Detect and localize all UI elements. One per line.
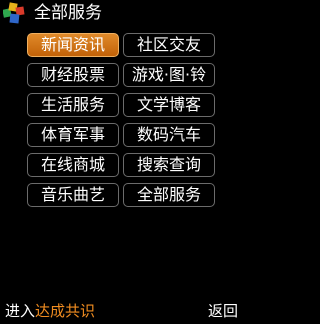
menu-item-community[interactable]: 社区交友 [123,33,215,57]
back-softkey[interactable]: 返回 [208,298,238,324]
left-softkey-highlight: 达成共识 [35,302,96,320]
menu-item-digital-auto[interactable]: 数码汽车 [123,123,215,147]
title-bar: 全部服务 [0,0,244,26]
menu-item-search[interactable]: 搜索查询 [123,153,215,177]
menu-item-life-services[interactable]: 生活服务 [27,93,119,117]
softkey-bar: 进入达成共识 返回 [0,298,244,324]
menu-item-literature-blog[interactable]: 文学博客 [123,93,215,117]
menu-item-all-services[interactable]: 全部服务 [123,183,215,207]
menu-item-news[interactable]: 新闻资讯 [27,33,119,57]
colored-blocks-logo-icon [3,2,25,24]
menu-item-finance[interactable]: 财经股票 [27,63,119,87]
menu-item-music-opera[interactable]: 音乐曲艺 [27,183,119,207]
left-softkey[interactable]: 进入达成共识 [5,298,95,324]
menu-item-online-mall[interactable]: 在线商城 [27,153,119,177]
left-softkey-prefix: 进入 [5,302,36,320]
menu-item-games-pics-ringtones[interactable]: 游戏·图·铃 [123,63,215,87]
menu-item-sports-military[interactable]: 体育军事 [27,123,119,147]
page-title: 全部服务 [34,3,102,23]
